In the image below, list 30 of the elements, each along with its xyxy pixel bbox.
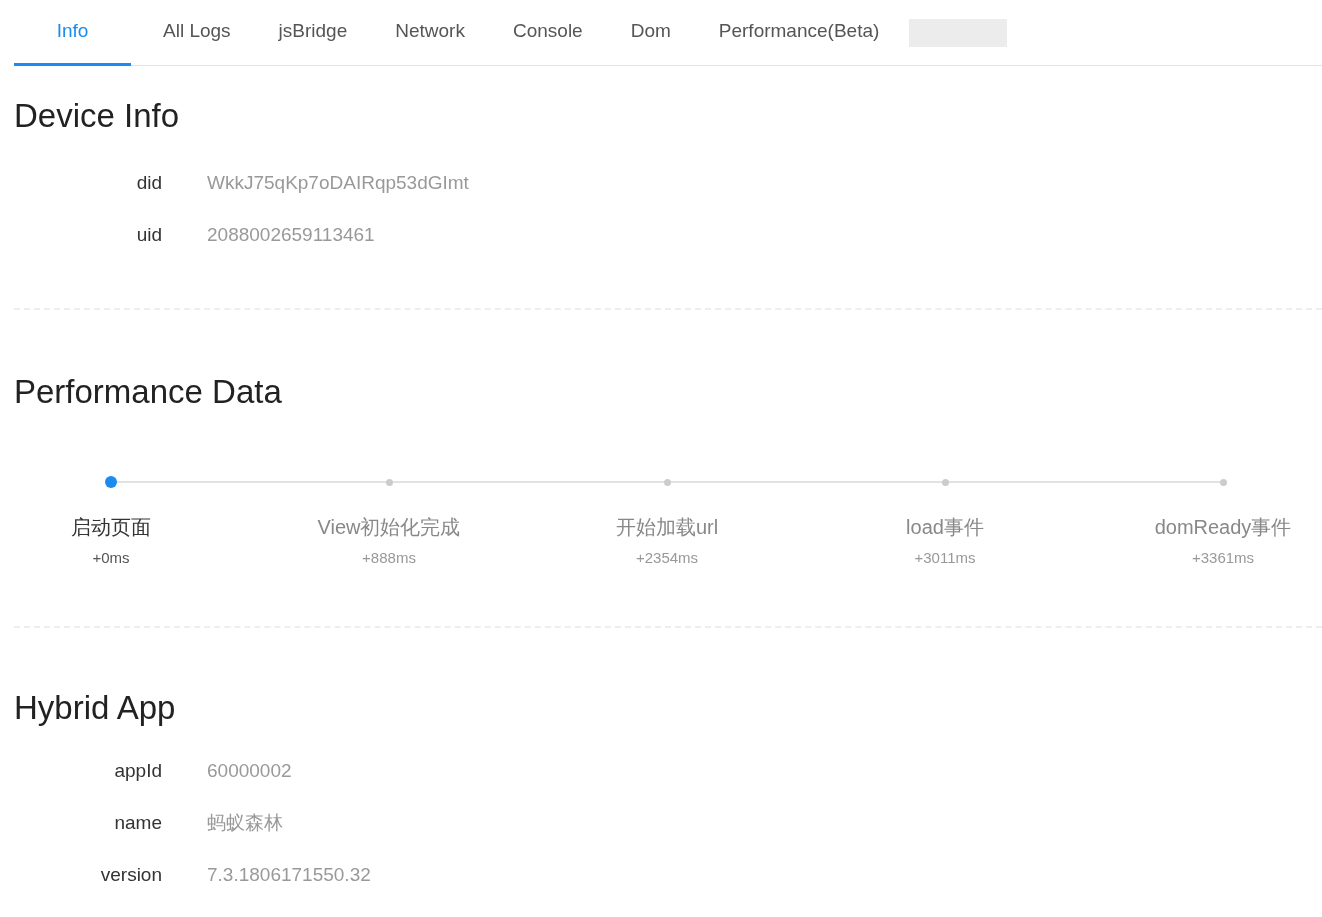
step-label: load事件 xyxy=(906,515,984,540)
field-value: WkkJ75qKp7oDAIRqp53dGImt xyxy=(207,172,469,194)
step-label: View初始化完成 xyxy=(317,515,461,540)
field-value: 7.3.1806171550.32 xyxy=(207,864,371,886)
tab[interactable]: Network xyxy=(373,0,487,66)
field-value: 2088002659113461 xyxy=(207,224,375,246)
step-time: +3361ms xyxy=(1191,549,1255,566)
field-label: name xyxy=(113,812,162,834)
step-time: +2354ms xyxy=(635,549,699,566)
field-value: 蚂蚁森林 xyxy=(207,811,283,835)
field-label: version xyxy=(99,864,162,886)
field-value: 60000002 xyxy=(207,760,292,782)
tab[interactable]: jsBridge xyxy=(256,0,370,66)
step-time: +3011ms xyxy=(914,549,976,566)
field-label: uid xyxy=(135,224,162,246)
field-label: appId xyxy=(113,760,162,782)
section-title: Device Info xyxy=(14,96,181,136)
tab[interactable]: Info xyxy=(14,0,131,66)
step-time: +888ms xyxy=(362,549,416,566)
tab[interactable]: Performance(Beta) xyxy=(696,0,902,66)
tab[interactable]: All Logs xyxy=(141,0,253,66)
step-label: domReady事件 xyxy=(1154,515,1292,540)
step-time: +0ms xyxy=(92,549,130,566)
step-label: 启动页面 xyxy=(71,515,151,540)
section-title: Hybrid App xyxy=(14,688,177,728)
section-title: Performance Data xyxy=(14,372,283,412)
tab[interactable]: Console xyxy=(490,0,605,66)
step-label: 开始加载url xyxy=(615,515,719,540)
tab[interactable]: Dom xyxy=(608,0,693,66)
field-label: did xyxy=(135,172,162,194)
